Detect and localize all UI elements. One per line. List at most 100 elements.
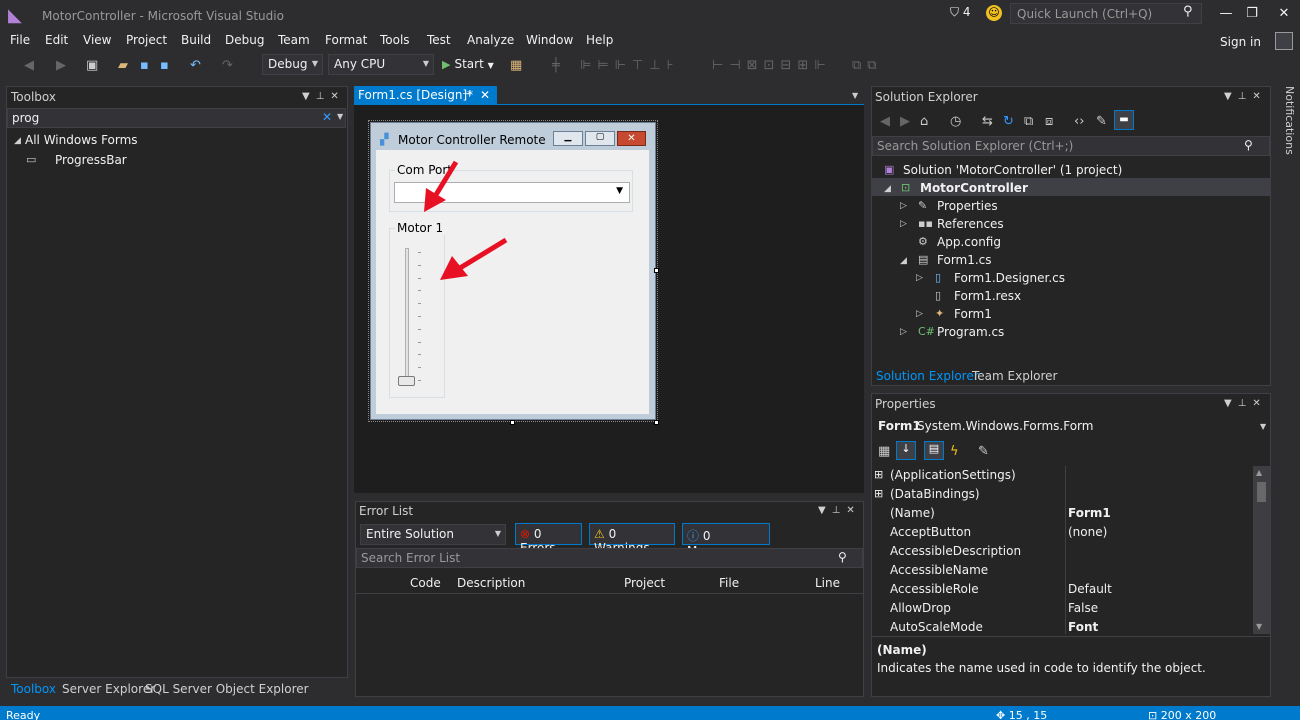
quick-launch-input[interactable]: Quick Launch (Ctrl+Q) [1010,3,1202,24]
forward-icon[interactable]: ▶ [56,58,66,73]
collapse-triangle-icon[interactable]: ◢ [884,184,891,194]
align-grid-icon[interactable]: ╪ [552,58,560,73]
clear-search-icon[interactable]: ✕ [322,110,332,124]
solution-search-input[interactable]: Search Solution Explorer (Ctrl+;) [872,136,1270,156]
solution-config-select[interactable]: Debug ▼ [262,54,323,75]
menu-build[interactable]: Build [181,33,211,47]
menu-team[interactable]: Team [278,33,310,47]
back-icon[interactable]: ◀ [880,114,890,129]
tree-form1-resx[interactable]: Form1.resx [954,289,1021,303]
scroll-down-icon[interactable]: ▼ [1256,622,1262,631]
property-pages-icon[interactable]: ✎ [978,444,989,459]
prop-value-allow-drop[interactable]: False [1068,601,1098,615]
align-lefts-icon[interactable]: ⊫⊨⊩⊤⊥⊦ [580,58,679,73]
view-code-icon[interactable]: ‹› [1074,114,1084,129]
toolbox-group[interactable]: All Windows Forms [25,133,138,147]
properties-header-icons[interactable]: ▼⊥✕ [1224,398,1267,409]
tree-form1-class[interactable]: Form1 [954,307,992,321]
preview-selected-icon[interactable]: ▬ [1114,110,1134,130]
tree-form1-cs[interactable]: Form1.cs [937,253,992,267]
menu-project[interactable]: Project [126,33,167,47]
prop-name-auto-scale-mode[interactable]: AutoScaleMode [890,620,983,634]
browser-link-icon[interactable]: ▦ [510,58,522,73]
doc-dropdown-icon[interactable]: ▼ [852,91,858,100]
error-scope-select[interactable]: Entire Solution ▼ [360,524,506,545]
prop-name-accessible-name[interactable]: AccessibleName [890,563,988,577]
menu-edit[interactable]: Edit [45,33,68,47]
errors-filter-button[interactable]: ⊗ 0 Errors [515,523,582,555]
error-search-input[interactable]: Search Error List [356,548,863,568]
menu-file[interactable]: File [10,33,30,47]
save-icon[interactable]: ▪ [140,58,149,73]
tab-solution-explorer[interactable]: Solution Explorer [876,369,979,383]
feedback-smiley-icon[interactable]: ☺ [986,5,1002,21]
messages-filter-button[interactable]: ⓘ 0 Messages [682,523,770,558]
tree-app-config[interactable]: App.config [937,235,1001,249]
expand-triangle-icon[interactable]: ▷ [900,201,907,211]
events-lightning-icon[interactable]: ϟ [950,444,959,459]
prop-name-application-settings[interactable]: (ApplicationSettings) [890,468,1016,482]
toolbox-item-progressbar[interactable]: ProgressBar [55,153,127,167]
prop-name-allow-drop[interactable]: AllowDrop [890,601,951,615]
tab-team-explorer[interactable]: Team Explorer [972,369,1058,383]
restore-button[interactable]: ❐ [1242,6,1262,21]
prop-name-accept-button[interactable]: AcceptButton [890,525,971,539]
motor-trackbar-track[interactable] [405,248,409,384]
object-selector[interactable]: Form1 System.Windows.Forms.Form ▼ [872,416,1270,436]
expand-triangle-icon[interactable]: ▷ [900,219,907,229]
error-list-header-icons[interactable]: ▼⊥✕ [818,505,861,516]
tree-program-cs[interactable]: Program.cs [937,325,1004,339]
refresh-icon[interactable]: ↻ [1003,114,1014,129]
close-button[interactable]: ✕ [1274,6,1294,21]
resize-handle-corner[interactable] [654,420,659,425]
expand-triangle-icon[interactable]: ▷ [916,273,923,283]
tree-solution[interactable]: Solution 'MotorController' (1 project) [903,163,1122,177]
tree-project[interactable]: MotorController [920,181,1028,195]
tree-form1-designer[interactable]: Form1.Designer.cs [954,271,1065,285]
column-file[interactable]: File [719,576,739,590]
menu-analyze[interactable]: Analyze [467,33,514,47]
prop-value-accessible-role[interactable]: Default [1068,582,1112,596]
size-spacing-icon[interactable]: ⊢⊣⊠⊡⊟⊞⊩ [712,58,832,73]
expand-plus-icon[interactable]: ⊞ [874,487,883,500]
tab-form1-design[interactable]: Form1.cs [Design]* [354,86,497,105]
column-project[interactable]: Project [624,576,665,590]
tab-sql-server-object-explorer[interactable]: SQL Server Object Explorer [145,682,309,696]
resize-handle-bottom[interactable] [510,420,515,425]
home-icon[interactable]: ⌂ [920,114,928,129]
menu-window[interactable]: Window [526,33,573,47]
prop-value-accept-button[interactable]: (none) [1068,525,1107,539]
prop-name-data-bindings[interactable]: (DataBindings) [890,487,980,501]
prop-value-auto-scale-mode[interactable]: Font [1068,620,1098,634]
menu-help[interactable]: Help [586,33,613,47]
chevron-down-icon[interactable]: ▼ [337,112,343,121]
menu-format[interactable]: Format [325,33,367,47]
properties-wrench-icon[interactable]: ✎ [1096,114,1107,129]
resize-handle-right[interactable] [654,268,659,273]
new-project-icon[interactable]: ▣ [86,58,98,73]
redo-icon[interactable]: ↷ [222,58,233,73]
pin-icon[interactable]: ⊣ [462,89,471,100]
start-button[interactable]: ▶ Start ▼ [442,57,494,71]
history-icon[interactable]: ◷ [950,114,961,129]
solution-explorer-header-icons[interactable]: ▼⊥✕ [1224,91,1267,102]
scroll-up-icon[interactable]: ▲ [1256,468,1262,477]
collapse-triangle-icon[interactable]: ◢ [14,136,21,146]
tab-toolbox[interactable]: Toolbox [11,682,56,696]
undo-icon[interactable]: ↶ [190,58,201,73]
avatar[interactable] [1275,32,1293,50]
warnings-filter-button[interactable]: ⚠ 0 Warnings [589,523,675,555]
notifications-side-tab[interactable]: Notifications [1278,86,1296,155]
prop-value-name[interactable]: Form1 [1068,506,1111,520]
properties-scroll-thumb[interactable] [1257,482,1266,502]
open-folder-icon[interactable]: ▰ [118,58,128,73]
show-all-files-icon[interactable]: ⧈ [1045,114,1053,129]
column-description[interactable]: Description [457,576,525,590]
tab-server-explorer[interactable]: Server Explorer [62,682,155,696]
save-all-icon[interactable]: ▪ [160,58,169,73]
motor-trackbar-thumb[interactable] [398,376,415,386]
column-code[interactable]: Code [410,576,441,590]
expand-triangle-icon[interactable]: ▷ [900,327,907,337]
menu-tools[interactable]: Tools [380,33,410,47]
toolbox-search-input[interactable]: prog [7,108,346,128]
